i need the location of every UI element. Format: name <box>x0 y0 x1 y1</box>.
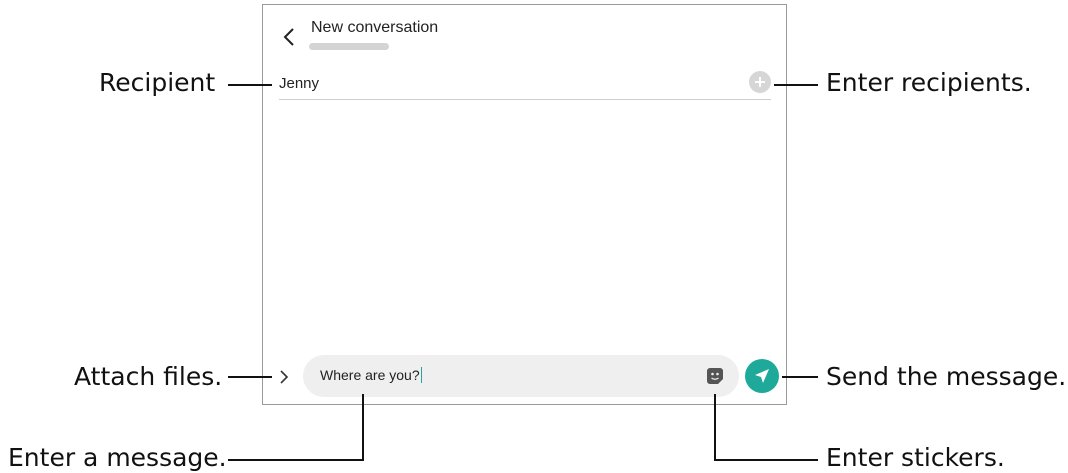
callout-send-message: Send the message. <box>826 362 1067 391</box>
recipient-field[interactable]: Jenny <box>279 71 771 100</box>
callout-recipient: Recipient <box>99 68 216 97</box>
page-title: New conversation <box>311 19 439 36</box>
phone-screen: New conversation Jenny Where are you? <box>262 4 787 405</box>
callout-line-attach-files <box>228 376 272 378</box>
callout-line-enter-stickers <box>714 459 818 461</box>
sticker-icon[interactable] <box>705 366 725 386</box>
back-arrow-icon[interactable] <box>279 23 299 51</box>
contact-subtitle-placeholder <box>309 43 389 50</box>
callout-line-send-message <box>782 376 818 378</box>
callout-enter-stickers: Enter stickers. <box>826 443 1005 472</box>
callout-attach-files: Attach files. <box>74 362 223 391</box>
attach-chevron-icon[interactable] <box>277 367 291 387</box>
add-recipient-icon[interactable] <box>749 71 771 93</box>
callout-enter-recipients: Enter recipients. <box>826 68 1032 97</box>
paper-plane-icon <box>755 369 769 383</box>
callout-enter-message: Enter a message. <box>8 443 227 472</box>
callout-line-enter-recipients <box>774 84 818 86</box>
callout-line-enter-message <box>228 459 364 461</box>
callout-line-enter-message-vertical <box>362 394 364 461</box>
callout-line-enter-stickers-vertical <box>714 394 716 461</box>
send-button[interactable] <box>745 359 779 393</box>
message-text-value: Where are you? <box>320 367 420 383</box>
callout-line-recipient <box>228 84 272 86</box>
text-cursor <box>420 367 422 383</box>
recipient-name: Jenny <box>279 75 320 92</box>
message-input[interactable]: Where are you? <box>303 355 739 397</box>
message-text: Where are you? <box>320 367 422 383</box>
